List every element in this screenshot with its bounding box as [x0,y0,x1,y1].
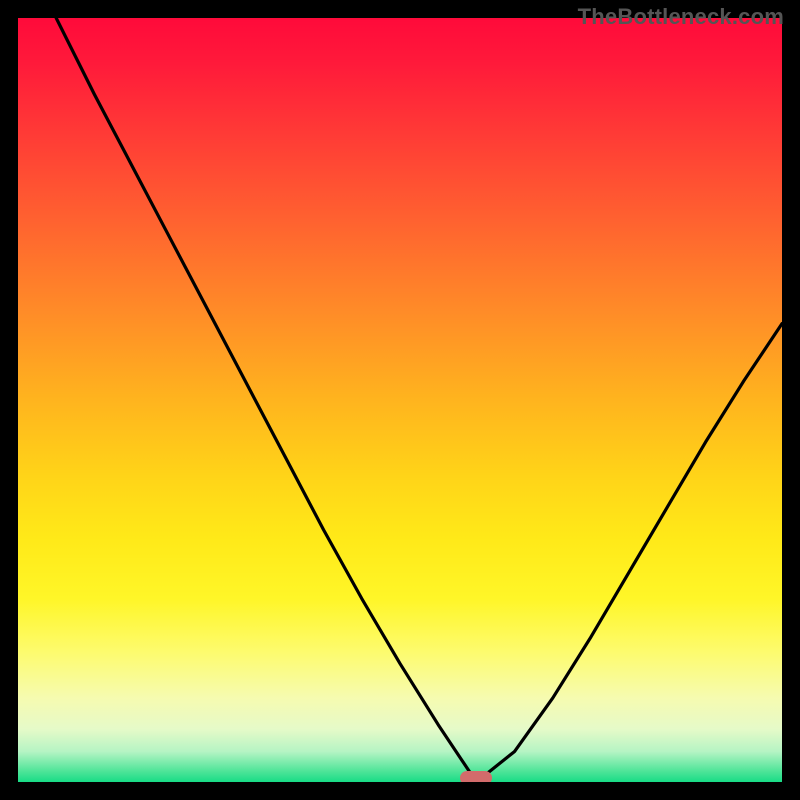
watermark-text: TheBottleneck.com [578,4,784,30]
trough-marker [460,771,492,782]
bottleneck-curve [18,18,782,782]
chart-frame: TheBottleneck.com [0,0,800,800]
plot-area [18,18,782,782]
